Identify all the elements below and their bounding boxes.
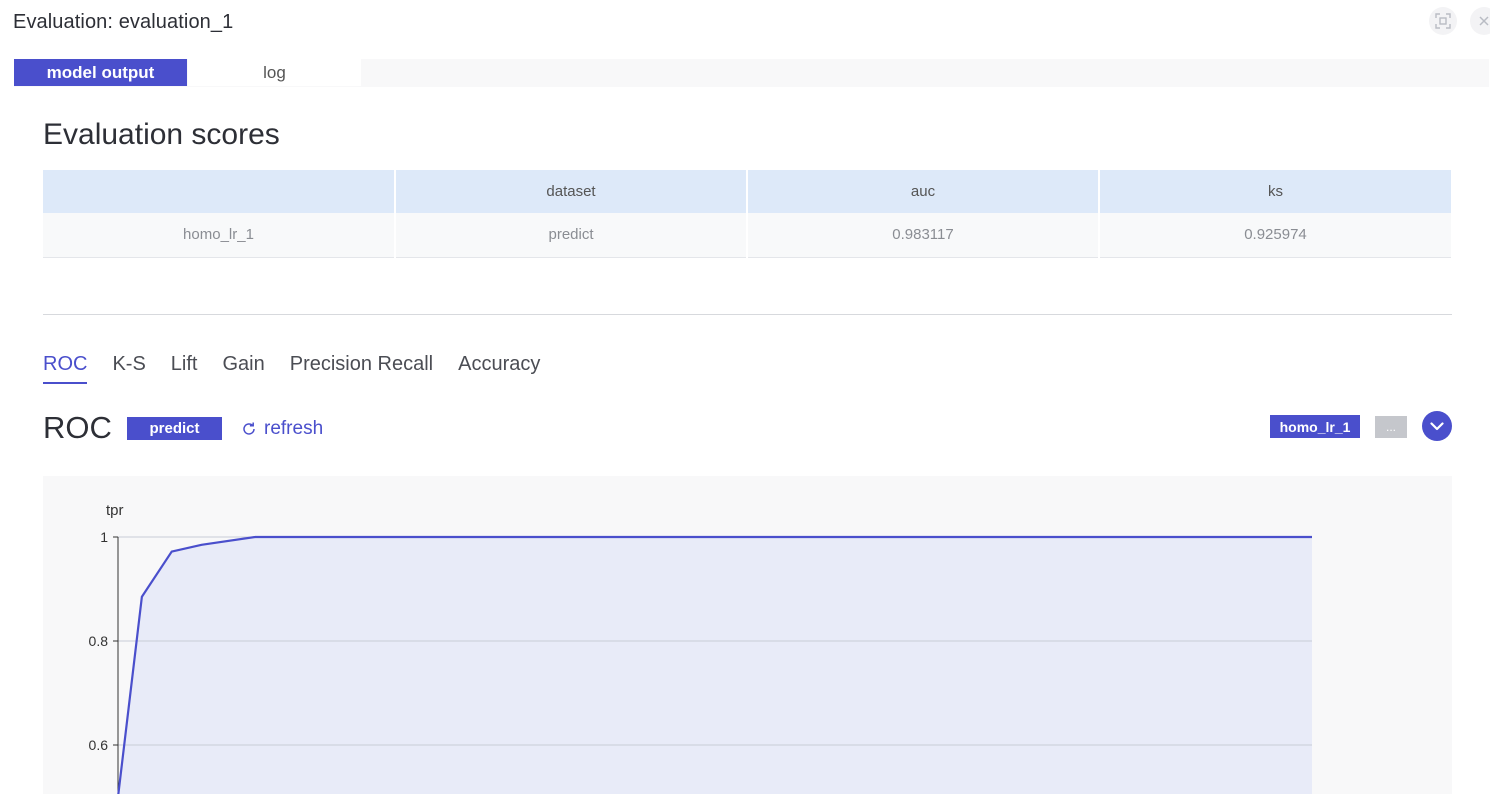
table-row: homo_lr_1 predict 0.983117 0.925974: [43, 213, 1451, 258]
y-tick-label: 0.8: [89, 633, 109, 649]
metric-tabs: ROC K-S Lift Gain Precision Recall Accur…: [43, 350, 565, 386]
tab-model-output[interactable]: model output: [14, 59, 187, 86]
refresh-button[interactable]: refresh: [241, 417, 323, 441]
tab-accuracy[interactable]: Accuracy: [458, 350, 540, 384]
tab-precision-recall[interactable]: Precision Recall: [290, 350, 433, 384]
fullscreen-icon: [1435, 13, 1451, 29]
fullscreen-button[interactable]: [1429, 7, 1457, 35]
cell-model: homo_lr_1: [43, 213, 396, 258]
column-header-auc: auc: [747, 170, 1100, 213]
tab-log[interactable]: log: [188, 59, 361, 86]
close-icon: [1479, 16, 1489, 26]
output-tabbar: model output log: [14, 59, 1489, 87]
window-title: Evaluation: evaluation_1: [13, 11, 234, 33]
chart-title: ROC: [43, 410, 112, 445]
table-header-row: dataset auc ks: [43, 170, 1451, 213]
column-header-ks: ks: [1099, 170, 1451, 213]
more-models-button[interactable]: ...: [1375, 416, 1407, 438]
refresh-icon: [241, 421, 257, 437]
close-button[interactable]: [1470, 7, 1490, 35]
section-divider: [43, 314, 1452, 315]
refresh-label: refresh: [264, 418, 324, 439]
tab-lift[interactable]: Lift: [171, 350, 198, 384]
scores-table: dataset auc ks homo_lr_1 predict 0.98311…: [43, 170, 1451, 258]
expand-button[interactable]: [1422, 411, 1452, 441]
cell-dataset: predict: [395, 213, 748, 258]
tab-ks[interactable]: K-S: [112, 350, 145, 384]
model-badge[interactable]: homo_lr_1: [1270, 415, 1360, 438]
evaluation-scores-title: Evaluation scores: [43, 118, 280, 151]
cell-auc: 0.983117: [747, 213, 1100, 258]
roc-chart: 1 0.8 0.6 tpr: [43, 476, 1452, 794]
cell-ks: 0.925974: [1099, 213, 1451, 258]
column-header: [43, 170, 396, 213]
roc-area: [118, 537, 1312, 794]
roc-chart-svg: 1 0.8 0.6 tpr: [89, 502, 1312, 794]
column-header-dataset: dataset: [395, 170, 748, 213]
y-tick-label: 0.6: [89, 737, 109, 753]
chevron-down-icon: [1430, 421, 1444, 430]
y-axis-label: tpr: [106, 502, 124, 519]
tab-gain[interactable]: Gain: [222, 350, 264, 384]
dataset-badge[interactable]: predict: [127, 417, 222, 440]
window-titlebar: Evaluation: evaluation_1: [0, 0, 1490, 46]
tab-roc[interactable]: ROC: [43, 350, 88, 384]
y-tick-label: 1: [100, 529, 108, 545]
